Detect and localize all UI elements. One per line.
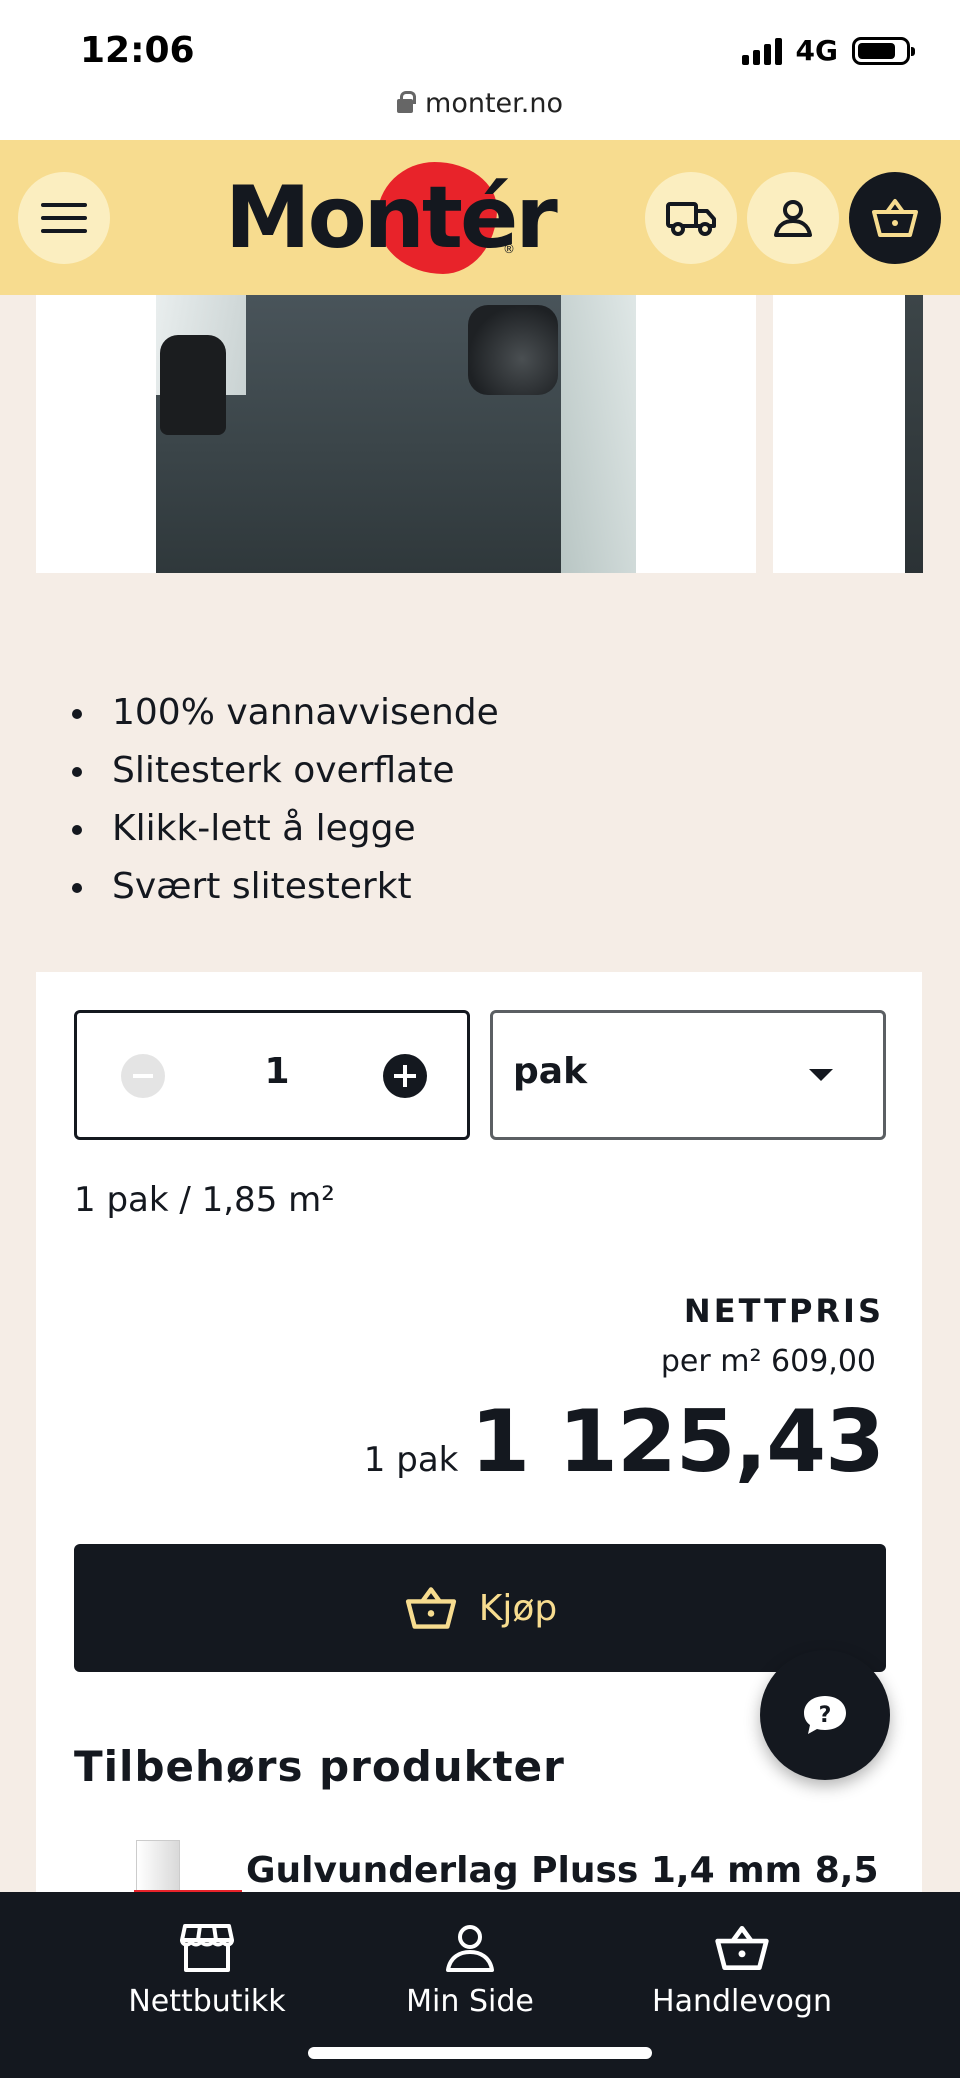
minus-icon — [133, 1074, 153, 1078]
basket-icon — [405, 1587, 456, 1629]
url-text: monter.no — [425, 88, 563, 119]
nav-nettbutikk[interactable]: Nettbutikk — [87, 1922, 327, 2019]
url-bar[interactable]: monter.no — [0, 88, 960, 119]
price-per-unit: per m² 609,00 — [660, 1344, 876, 1379]
feature-item: Slitesterk overflate — [72, 742, 499, 800]
price-pack-label: 1 pak — [363, 1440, 459, 1480]
nav-handlevogn[interactable]: Handlevogn — [622, 1922, 862, 2019]
store-icon — [180, 1924, 234, 1972]
price-label: NETTPRIS — [683, 1292, 884, 1330]
feature-item: 100% vannavvisende — [72, 684, 499, 742]
basket-icon — [715, 1925, 769, 1971]
logo[interactable]: Montér ® — [225, 160, 558, 274]
nav-label: Nettbutikk — [128, 1984, 286, 2019]
feature-item: Klikk-lett å legge — [72, 800, 499, 858]
network-type: 4G — [795, 34, 838, 67]
accessory-name[interactable]: Gulvunderlag Pluss 1,4 mm 8,5 — [246, 1850, 879, 1891]
chevron-down-icon — [809, 1069, 833, 1081]
account-button[interactable] — [747, 172, 839, 264]
accessory-thumbnail[interactable] — [136, 1840, 180, 1892]
help-button[interactable]: ? — [760, 1650, 890, 1780]
status-indicators: 4G — [741, 34, 915, 67]
nav-label: Min Side — [406, 1984, 534, 2019]
site-header: Montér ® — [0, 140, 960, 295]
buy-button[interactable]: Kjøp — [74, 1544, 886, 1672]
product-photo — [156, 295, 636, 573]
basket-icon — [872, 199, 918, 237]
delivery-button[interactable] — [645, 172, 737, 264]
product-image-slide[interactable] — [36, 295, 756, 573]
nav-min-side[interactable]: Min Side — [350, 1922, 590, 2019]
unit-select-value: pak — [513, 1051, 588, 1092]
price-total: 1 125,43 — [470, 1392, 885, 1492]
help-icon: ? — [804, 1696, 846, 1734]
pack-info: 1 pak / 1,85 m² — [74, 1180, 335, 1220]
svg-text:?: ? — [819, 1703, 832, 1728]
lock-icon — [397, 91, 417, 113]
logo-registered-mark: ® — [503, 242, 515, 256]
nav-label: Handlevogn — [652, 1984, 832, 2019]
quantity-value[interactable]: 1 — [227, 1051, 327, 1092]
user-icon — [446, 1925, 494, 1972]
unit-select[interactable]: pak — [490, 1010, 886, 1140]
menu-button[interactable] — [18, 172, 110, 264]
battery-icon — [852, 36, 915, 65]
cart-button[interactable] — [849, 172, 941, 264]
status-time: 12:06 — [80, 30, 195, 71]
product-image-next-slide[interactable] — [773, 295, 923, 573]
menu-icon — [41, 194, 87, 242]
signal-icon — [741, 37, 782, 65]
accessories-title: Tilbehørs produkter — [74, 1742, 565, 1791]
status-bar: 12:06 4G monter.no — [0, 0, 960, 140]
feature-list: 100% vannavvisende Slitesterk overflate … — [72, 684, 499, 916]
home-indicator[interactable] — [308, 2047, 652, 2059]
increase-quantity-button[interactable] — [383, 1054, 427, 1098]
truck-icon — [666, 202, 716, 236]
user-icon — [774, 200, 812, 237]
buy-button-label: Kjøp — [478, 1587, 558, 1629]
feature-item: Svært slitesterkt — [72, 858, 499, 916]
price-row: 1 pak 1 125,43 — [363, 1392, 885, 1492]
quantity-stepper: 1 — [74, 1010, 470, 1140]
decrease-quantity-button[interactable] — [121, 1054, 165, 1098]
